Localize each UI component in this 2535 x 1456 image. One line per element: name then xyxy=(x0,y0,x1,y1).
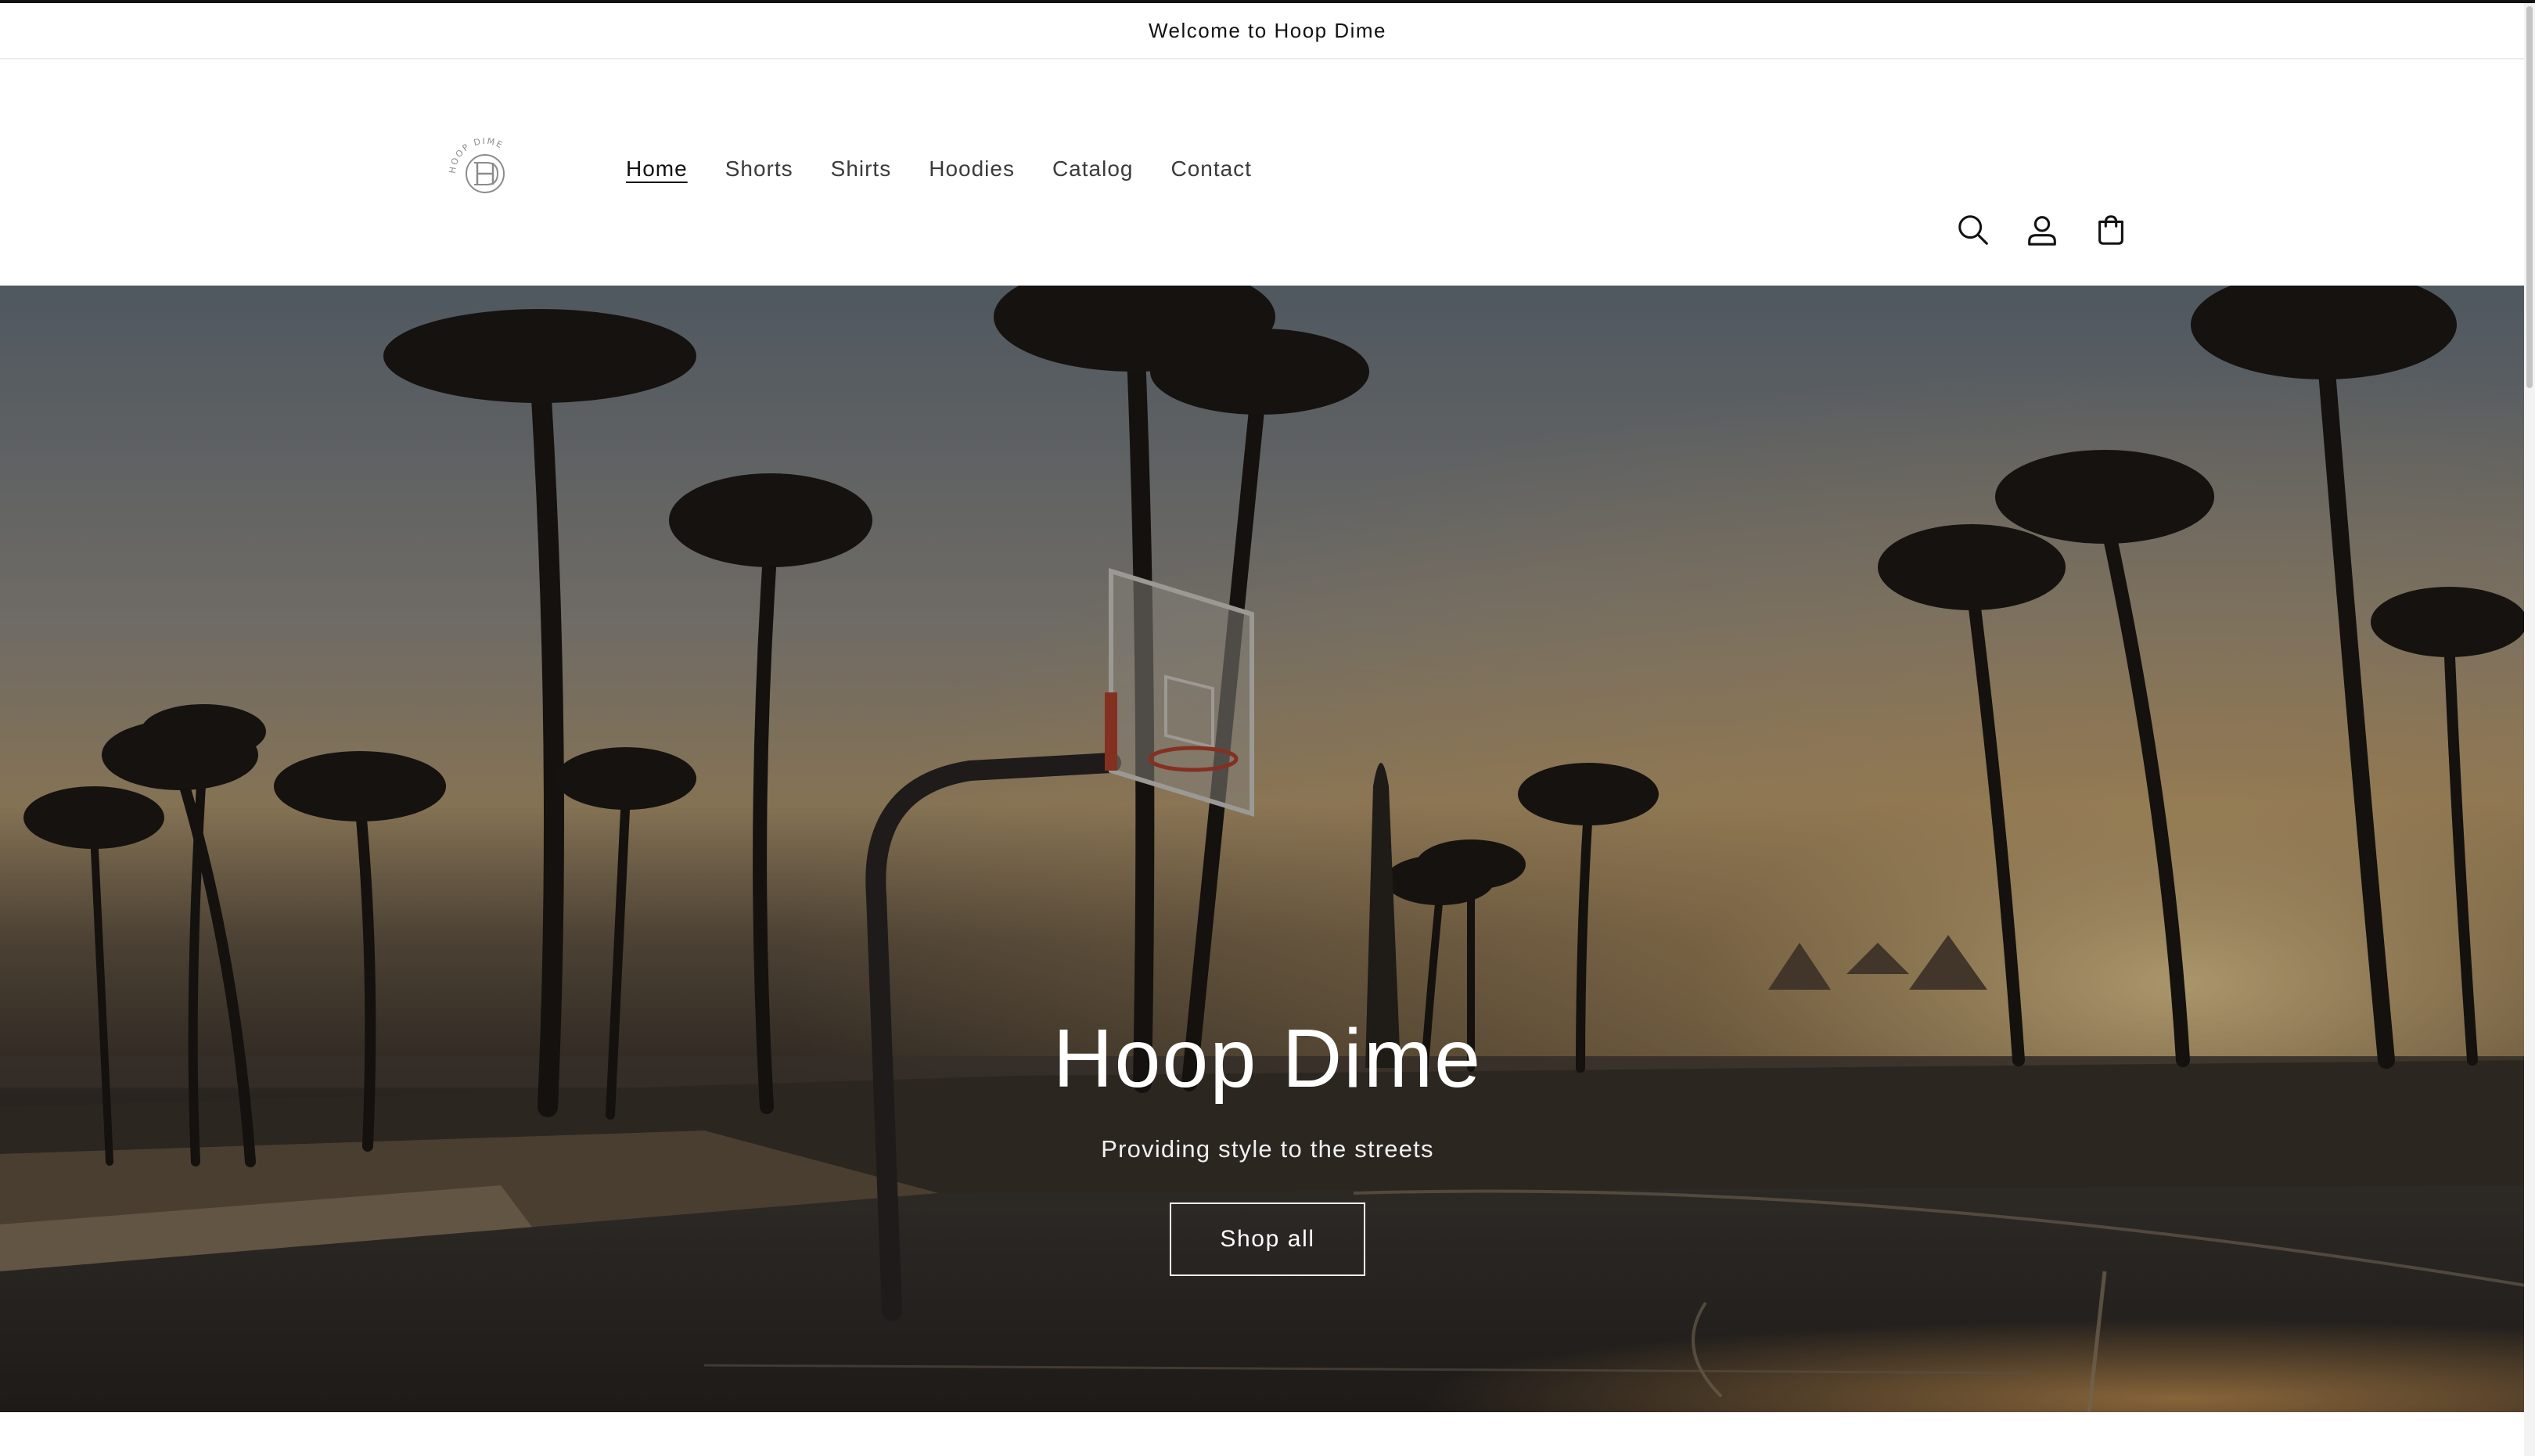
hero-title: Hoop Dime xyxy=(1052,1012,1483,1105)
hero-content: Hoop Dime Providing style to the streets… xyxy=(0,1009,2535,1277)
hoop-dime-monogram-icon: HOOP DIME xyxy=(448,136,505,193)
cart-icon xyxy=(2098,215,2123,245)
hero-banner: Hoop Dime Providing style to the streets… xyxy=(0,286,2535,1412)
shop-all-button[interactable]: Shop all xyxy=(1170,1203,1365,1277)
announcement-text: Welcome to Hoop Dime xyxy=(1148,18,1387,42)
store-logo[interactable]: HOOP DIME xyxy=(446,135,524,213)
search-button[interactable] xyxy=(1939,196,2008,264)
site-header: HOOP DIME Home Shorts Shirts Hoodies Cat… xyxy=(0,59,2535,281)
header-icons xyxy=(1939,196,2145,264)
cart-button[interactable] xyxy=(2077,196,2145,264)
scrollbar-thumb[interactable] xyxy=(2526,6,2533,388)
storefront-page: Welcome to Hoop Dime HOOP DIME Home Shor… xyxy=(0,0,2535,1456)
announcement-bar: Welcome to Hoop Dime xyxy=(0,3,2535,59)
account-button[interactable] xyxy=(2008,196,2077,264)
nav-item-shorts[interactable]: Shorts xyxy=(707,146,812,192)
nav-item-shirts[interactable]: Shirts xyxy=(812,146,911,192)
account-icon xyxy=(2028,216,2056,246)
page-scrollbar[interactable] xyxy=(2524,3,2535,1456)
main-navigation: Home Shorts Shirts Hoodies Catalog Conta… xyxy=(607,146,1271,192)
hero-subtitle: Providing style to the streets xyxy=(1101,1135,1434,1163)
nav-item-hoodies[interactable]: Hoodies xyxy=(910,146,1034,192)
nav-item-contact[interactable]: Contact xyxy=(1152,146,1271,192)
search-icon xyxy=(1958,215,1988,245)
nav-item-catalog[interactable]: Catalog xyxy=(1034,146,1152,192)
nav-item-home[interactable]: Home xyxy=(607,146,707,192)
